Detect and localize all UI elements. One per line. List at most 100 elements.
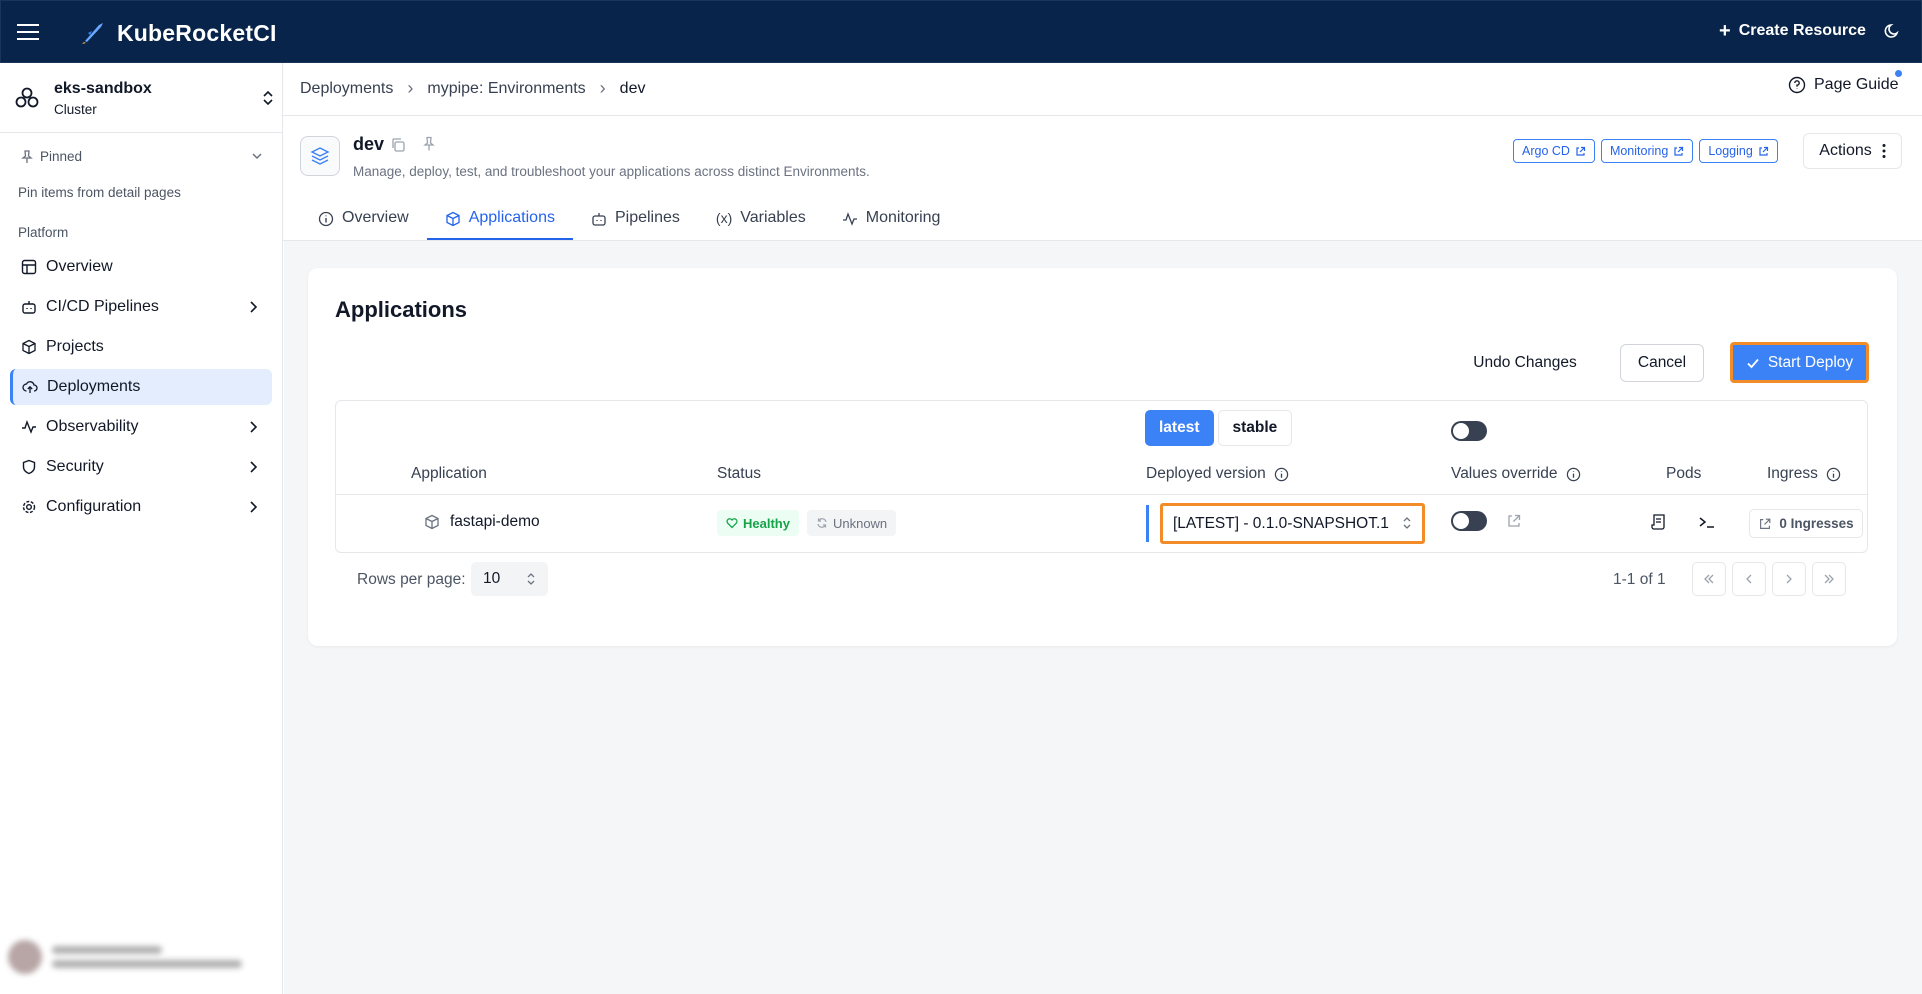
theme-toggle-button[interactable]: [1883, 22, 1901, 45]
chevrons-up-down-icon: [527, 573, 535, 585]
sidebar-item-projects[interactable]: Projects: [10, 329, 272, 365]
sidebar-item-label: Overview: [46, 258, 113, 275]
stable-button[interactable]: stable: [1217, 410, 1293, 446]
copy-icon: [392, 138, 405, 152]
bot-icon: [20, 298, 38, 316]
more-vertical-icon: [1882, 144, 1886, 158]
first-page-button[interactable]: [1692, 562, 1726, 596]
column-header-pods: Pods: [1666, 465, 1701, 483]
monitoring-link-label: Monitoring: [1609, 144, 1669, 158]
undo-changes-button[interactable]: Undo Changes: [1460, 344, 1590, 382]
layout-icon: [20, 258, 38, 276]
actions-button[interactable]: Actions: [1803, 133, 1902, 169]
tab-monitoring[interactable]: Monitoring: [824, 203, 959, 240]
layers-icon: [310, 147, 330, 165]
deployed-version-select[interactable]: [LATEST] - 0.1.0-SNAPSHOT.1: [1160, 503, 1425, 544]
cancel-button[interactable]: Cancel: [1620, 344, 1704, 382]
pin-button[interactable]: [421, 136, 437, 157]
cluster-subtitle: Cluster: [54, 102, 97, 117]
pagination-controls: [1692, 562, 1846, 596]
ingresses-button[interactable]: 0 Ingresses: [1749, 509, 1863, 538]
sidebar-item-configuration[interactable]: Configuration: [10, 489, 272, 525]
app-title: KubeRocketCI: [117, 19, 277, 46]
status-badge: Healthy: [717, 510, 799, 536]
user-profile[interactable]: [8, 935, 270, 979]
chevron-right-icon: [1786, 574, 1792, 584]
values-override-edit-button[interactable]: [1506, 513, 1522, 534]
user-info-redacted: [52, 940, 242, 974]
copy-button[interactable]: [390, 137, 406, 158]
external-link-icon: [1759, 146, 1768, 156]
cluster-name: eks-sandbox: [54, 80, 152, 97]
external-link-icon: [1674, 146, 1684, 156]
sidebar-divider: [0, 132, 283, 133]
argocd-link[interactable]: Argo CD: [1513, 139, 1595, 163]
environment-icon: [300, 136, 340, 176]
shield-icon: [20, 458, 38, 476]
actions-label: Actions: [1819, 142, 1872, 159]
start-deploy-button[interactable]: Start Deploy: [1730, 342, 1869, 383]
pinned-section-toggle[interactable]: Pinned: [20, 149, 264, 164]
heart-icon: [726, 518, 738, 529]
breadcrumb-environments[interactable]: mypipe: Environments: [427, 80, 585, 98]
column-header-application: Application: [411, 465, 487, 483]
column-label: Pods: [1666, 465, 1702, 482]
logging-link[interactable]: Logging: [1699, 139, 1778, 163]
ingresses-label: 0 Ingresses: [1779, 516, 1854, 531]
previous-page-button[interactable]: [1732, 562, 1766, 596]
argocd-link-label: Argo CD: [1522, 144, 1570, 158]
create-resource-button[interactable]: + Create Resource: [1719, 21, 1866, 41]
breadcrumb-deployments[interactable]: Deployments: [300, 80, 393, 98]
pagination-info: 1-1 of 1: [1613, 571, 1666, 588]
box-icon: [20, 338, 38, 356]
sidebar-item-observability[interactable]: Observability: [10, 409, 272, 445]
values-override-all-toggle[interactable]: [1451, 421, 1487, 441]
chevron-right-icon: [250, 461, 258, 473]
chevrons-up-down-icon: [263, 90, 273, 106]
monitoring-link[interactable]: Monitoring: [1600, 139, 1694, 163]
box-icon: [425, 514, 439, 530]
rows-per-page-select[interactable]: 10: [471, 562, 548, 596]
cluster-switcher[interactable]: eks-sandbox Cluster: [14, 77, 276, 119]
values-override-toggle[interactable]: [1451, 511, 1487, 531]
tab-label: Variables: [740, 209, 806, 226]
tab-label: Applications: [468, 209, 555, 226]
app-logo[interactable]: KubeRocketCI: [79, 19, 277, 47]
activity-icon: [20, 418, 38, 436]
page-title: dev: [353, 134, 385, 154]
application-name-link[interactable]: fastapi-demo: [450, 513, 540, 531]
tab-applications[interactable]: Applications: [426, 203, 574, 240]
tab-pipelines[interactable]: Pipelines: [573, 203, 698, 240]
sidebar-item-security[interactable]: Security: [10, 449, 272, 485]
scroll-text-icon: [1651, 514, 1665, 530]
external-link-icon: [1508, 514, 1521, 527]
activity-icon: [842, 212, 857, 226]
chevrons-left-icon: [1704, 574, 1714, 584]
info-icon[interactable]: [1826, 467, 1841, 482]
pin-icon: [423, 136, 435, 151]
page-guide-button[interactable]: Page Guide: [1788, 76, 1899, 94]
info-icon[interactable]: [1566, 467, 1581, 482]
last-page-button[interactable]: [1812, 562, 1846, 596]
tab-overview[interactable]: Overview: [300, 203, 427, 240]
info-icon[interactable]: [1274, 467, 1289, 482]
next-page-button[interactable]: [1772, 562, 1806, 596]
notification-dot: [1895, 70, 1902, 77]
breadcrumb-separator-icon: ›: [407, 78, 414, 98]
menu-icon[interactable]: [17, 21, 39, 41]
tab-variables[interactable]: (x) Variables: [698, 203, 824, 240]
sidebar-item-cicd-pipelines[interactable]: CI/CD Pipelines: [10, 289, 272, 325]
pod-terminal-button[interactable]: [1698, 513, 1716, 536]
pinned-hint: Pin items from detail pages: [18, 185, 181, 200]
column-header-values-override: Values override: [1451, 465, 1581, 483]
cloud-upload-icon: [21, 378, 39, 396]
sidebar-item-deployments[interactable]: Deployments: [10, 369, 272, 405]
column-label: Status: [717, 465, 761, 482]
rows-per-page-value: 10: [483, 570, 501, 587]
sidebar-item-overview[interactable]: Overview: [10, 249, 272, 285]
info-icon: [318, 211, 334, 227]
column-label: Application: [411, 465, 487, 482]
pod-logs-button[interactable]: [1650, 513, 1668, 536]
sidebar-item-label: CI/CD Pipelines: [46, 298, 159, 315]
latest-button[interactable]: latest: [1145, 410, 1214, 446]
